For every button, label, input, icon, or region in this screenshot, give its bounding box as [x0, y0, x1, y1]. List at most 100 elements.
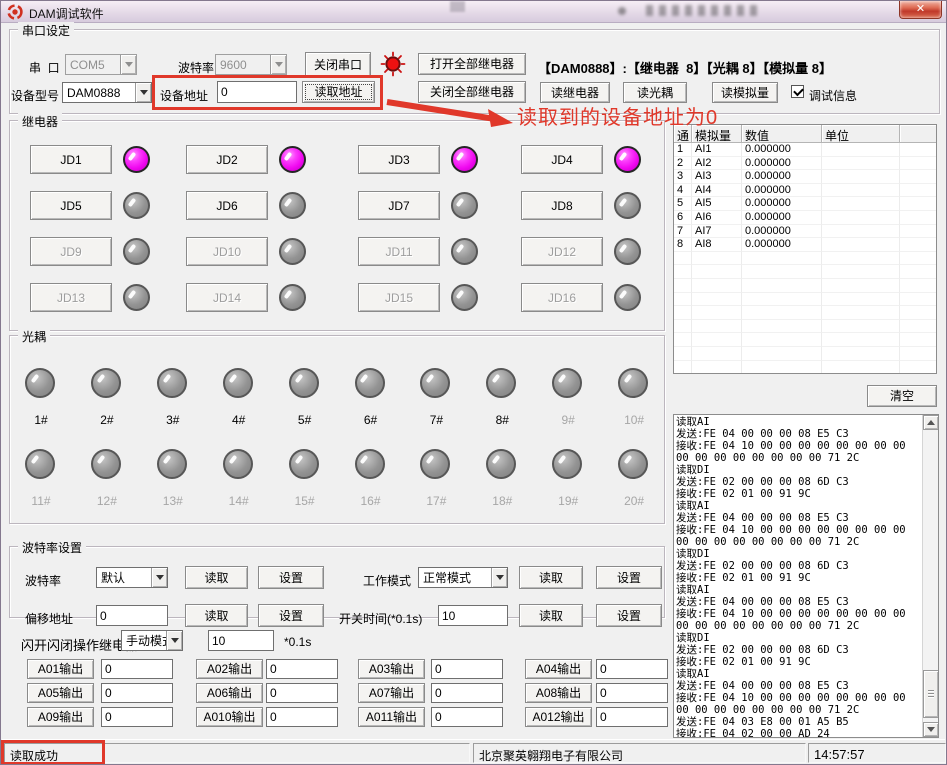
flash-time-input[interactable]: [208, 630, 274, 651]
output-value-input-a011输出[interactable]: [431, 707, 503, 727]
relay-button-jd5[interactable]: JD5: [30, 191, 112, 220]
output-value-input-a02输出[interactable]: [266, 659, 338, 679]
output-value-input-a07输出[interactable]: [431, 683, 503, 703]
relay-button-jd9[interactable]: JD9: [30, 237, 112, 266]
device-model-select[interactable]: DAM0888: [62, 82, 152, 103]
relay-button-jd16[interactable]: JD16: [521, 283, 603, 312]
output-button-a06输出[interactable]: A06输出: [196, 683, 263, 703]
switchtime-set-button[interactable]: 设置: [596, 604, 662, 627]
relay-button-jd12[interactable]: JD12: [521, 237, 603, 266]
analog-header-2[interactable]: 数值: [742, 125, 822, 143]
baud-setting-select[interactable]: 默认: [96, 567, 168, 588]
log-line: 接收:FE 04 10 00 00 00 00 00 00 00 00 00 0…: [676, 440, 922, 464]
flash-mode-select[interactable]: 手动模式: [121, 630, 183, 651]
output-button-a012输出[interactable]: A012输出: [525, 707, 592, 727]
relay-button-jd7[interactable]: JD7: [358, 191, 440, 220]
relay-button-jd8[interactable]: JD8: [521, 191, 603, 220]
baud-read-button[interactable]: 读取: [185, 566, 248, 589]
log-line: 接收:FE 04 02 00 00 AD 24: [676, 728, 922, 738]
output-button-a01输出[interactable]: A01输出: [27, 659, 94, 679]
baud-label: 波特率: [178, 59, 214, 76]
relay-led-jd10: [279, 238, 306, 265]
scroll-down-icon[interactable]: [923, 722, 939, 737]
switchtime-input[interactable]: [438, 605, 508, 626]
relay-button-jd11[interactable]: JD11: [358, 237, 440, 266]
close-button[interactable]: ✕: [899, 1, 942, 19]
output-value-input-a03输出[interactable]: [431, 659, 503, 679]
read-relay-button[interactable]: 读继电器: [540, 82, 610, 103]
opto-label-18: 18#: [487, 494, 517, 508]
relay-button-jd3[interactable]: JD3: [358, 145, 440, 174]
output-button-a09输出[interactable]: A09输出: [27, 707, 94, 727]
log-scrollbar[interactable]: [922, 415, 938, 737]
relay-led-jd6: [279, 192, 306, 219]
relay-button-jd15[interactable]: JD15: [358, 283, 440, 312]
debug-log-box: 读取AI发送:FE 04 00 00 00 08 E5 C3接收:FE 04 1…: [673, 414, 939, 738]
close-serial-button[interactable]: 关闭串口: [305, 52, 371, 77]
output-value-input-a010输出[interactable]: [266, 707, 338, 727]
output-button-a011输出[interactable]: A011输出: [358, 707, 425, 727]
relay-button-jd14[interactable]: JD14: [186, 283, 268, 312]
baud-set-button[interactable]: 设置: [258, 566, 324, 589]
output-value-input-a01输出[interactable]: [101, 659, 173, 679]
relay-button-jd10[interactable]: JD10: [186, 237, 268, 266]
output-value-input-a05输出[interactable]: [101, 683, 173, 703]
analog-header-4[interactable]: [900, 125, 936, 143]
output-value-input-a06输出[interactable]: [266, 683, 338, 703]
table-row: 5AI50.000000: [674, 197, 936, 211]
read-opto-button[interactable]: 读光耦: [623, 82, 687, 103]
scrollbar-thumb[interactable]: [923, 670, 939, 718]
debug-info-checkbox[interactable]: [791, 85, 804, 98]
relay-button-jd13[interactable]: JD13: [30, 283, 112, 312]
table-cell: [822, 157, 900, 171]
relay-button-jd2[interactable]: JD2: [186, 145, 268, 174]
table-cell: [674, 306, 692, 320]
output-value-input-a09输出[interactable]: [101, 707, 173, 727]
baud-rate-value: 9600: [216, 58, 270, 72]
analog-header-3[interactable]: 单位: [822, 125, 900, 143]
output-button-a03输出[interactable]: A03输出: [358, 659, 425, 679]
relay-button-jd1[interactable]: JD1: [30, 145, 112, 174]
table-cell: [742, 306, 822, 320]
workmode-read-button[interactable]: 读取: [519, 566, 583, 589]
table-cell: [674, 347, 692, 361]
opto-label-17: 17#: [421, 494, 451, 508]
offset-address-input[interactable]: [96, 605, 168, 626]
read-analog-button[interactable]: 读模拟量: [712, 82, 778, 103]
table-cell: [674, 333, 692, 347]
table-row: [674, 306, 936, 320]
output-button-a08输出[interactable]: A08输出: [525, 683, 592, 703]
output-value-input-a04输出[interactable]: [596, 659, 668, 679]
table-row: [674, 252, 936, 266]
offset-read-button[interactable]: 读取: [185, 604, 248, 627]
com-port-select[interactable]: COM5: [65, 54, 137, 75]
table-cell: [674, 320, 692, 334]
switchtime-read-button[interactable]: 读取: [519, 604, 583, 627]
table-row: 2AI20.000000: [674, 157, 936, 171]
relay-button-jd4[interactable]: JD4: [521, 145, 603, 174]
output-value-input-a012输出[interactable]: [596, 707, 668, 727]
switchtime-label: 开关时间(*0.1s): [339, 610, 422, 627]
output-button-a05输出[interactable]: A05输出: [27, 683, 94, 703]
titlebar: DAM调试软件 ✕: [1, 1, 946, 23]
offset-set-button[interactable]: 设置: [258, 604, 324, 627]
log-line: 发送:FE 04 00 00 00 08 E5 C3: [676, 512, 922, 524]
scroll-up-icon[interactable]: [923, 415, 939, 430]
output-button-a04输出[interactable]: A04输出: [525, 659, 592, 679]
workmode-set-button[interactable]: 设置: [596, 566, 662, 589]
read-address-button[interactable]: 读取地址: [302, 81, 375, 103]
device-address-input[interactable]: [217, 81, 297, 103]
clear-log-button[interactable]: 清空: [867, 385, 937, 407]
output-button-a02输出[interactable]: A02输出: [196, 659, 263, 679]
open-all-relays-button[interactable]: 打开全部继电器: [418, 53, 526, 75]
relay-button-jd6[interactable]: JD6: [186, 191, 268, 220]
output-button-a07输出[interactable]: A07输出: [358, 683, 425, 703]
table-cell: 0.000000: [742, 197, 822, 211]
opto-label-2: 2#: [92, 413, 122, 427]
output-value-input-a08输出[interactable]: [596, 683, 668, 703]
table-cell: [692, 320, 742, 334]
workmode-select[interactable]: 正常模式: [418, 567, 508, 588]
output-button-a010输出[interactable]: A010输出: [196, 707, 263, 727]
baud-rate-select[interactable]: 9600: [215, 54, 287, 75]
close-all-relays-button[interactable]: 关闭全部继电器: [418, 81, 526, 103]
